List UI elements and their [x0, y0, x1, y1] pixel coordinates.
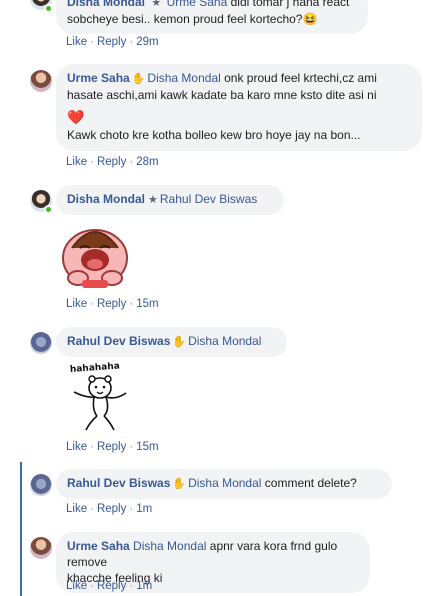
like-link[interactable]: Like — [66, 36, 87, 48]
like-link[interactable]: Like — [66, 156, 87, 168]
reply-link[interactable]: Reply — [97, 503, 126, 515]
like-link[interactable]: Like — [66, 503, 87, 515]
comment-timestamp[interactable]: 29m — [136, 36, 158, 48]
comment-mention[interactable]: Disha Mondal — [188, 334, 261, 348]
online-status-icon — [44, 205, 53, 214]
like-link[interactable]: Like — [66, 580, 87, 592]
comment-actions: Like · Reply · 28m — [66, 156, 159, 168]
laughing-emoji-icon: 😆 — [302, 12, 318, 26]
comment-text: sobcheye besi.. kemon proud feel kortech… — [67, 12, 303, 26]
comment-text: onk proud feel krtechi,cz ami — [224, 71, 377, 85]
comment-author[interactable]: Rahul Dev Biswas — [67, 334, 170, 348]
comment-timestamp[interactable]: 28m — [136, 156, 158, 168]
comment-mention[interactable]: Disha Mondal — [188, 476, 261, 490]
comment-timestamp[interactable]: 1m — [136, 580, 152, 592]
heart-emoji-icon: ❤️ — [67, 109, 85, 125]
comment-actions: Like · Reply · 29m — [66, 36, 159, 48]
comment-timestamp[interactable]: 1m — [136, 503, 152, 515]
reply-thread-line — [20, 462, 22, 596]
online-status-icon — [44, 4, 53, 13]
star-icon: ★ — [148, 194, 158, 206]
comment-text: Kawk choto kre kotha bolleo kew bro hoye… — [67, 128, 361, 142]
reply-link[interactable]: Reply — [97, 298, 126, 310]
avatar[interactable] — [30, 332, 52, 354]
comment-bubble: Rahul Dev Biswas ✋ Disha Mondal comment de… — [56, 469, 392, 499]
comment-text: hasate aschi,ami kawk kadate ba karo mne… — [67, 88, 377, 102]
comment-actions: Like · Reply · 15m — [66, 298, 159, 310]
comment-bubble: Disha Mondal ★ Rahul Dev Biswas — [56, 185, 284, 215]
comment-author[interactable]: Urme Saha — [67, 71, 130, 85]
comment-mention[interactable]: Disha Mondal — [147, 71, 220, 85]
comment-text: comment delete? — [264, 476, 357, 490]
avatar[interactable] — [30, 474, 52, 496]
comment-mention[interactable]: Disha Mondal — [133, 539, 206, 553]
like-link[interactable]: Like — [66, 441, 87, 453]
comment-actions: Like · Reply · 15m — [66, 441, 159, 453]
star-icon: ★ — [151, 0, 162, 9]
avatar[interactable] — [30, 70, 52, 92]
comment-bubble: Rahul Dev Biswas ✋ Disha Mondal — [56, 327, 287, 357]
comment-author[interactable]: Disha Mondal — [67, 0, 145, 9]
comment-mention[interactable]: Rahul Dev Biswas — [160, 192, 257, 206]
comment-mention[interactable]: Urme Saha — [167, 0, 228, 9]
wave-icon: ✋ — [172, 336, 187, 348]
wave-icon: ✋ — [172, 478, 187, 490]
reply-link[interactable]: Reply — [97, 36, 126, 48]
laughing-sticker[interactable] — [58, 218, 132, 292]
wave-icon: ✋ — [131, 73, 146, 85]
sticker-caption: hahahaha — [70, 362, 120, 375]
comment-actions: Like · Reply · 1m — [66, 503, 153, 515]
comment-author[interactable]: Urme Saha — [67, 539, 130, 553]
comment-timestamp[interactable]: 15m — [136, 441, 158, 453]
comment-author[interactable]: Rahul Dev Biswas — [67, 476, 170, 490]
comment-author[interactable]: Disha Mondal — [67, 192, 145, 206]
reply-link[interactable]: Reply — [97, 441, 126, 453]
comment-actions: Like · Reply · 1m — [66, 580, 153, 592]
reply-link[interactable]: Reply — [97, 580, 126, 592]
avatar[interactable] — [30, 537, 52, 559]
comment-bubble: Disha Mondal ★ Urme Saha didi tomar j ha… — [56, 0, 368, 34]
like-link[interactable]: Like — [66, 298, 87, 310]
comment-bubble: Urme Saha ✋ Disha Mondal onk proud feel kr… — [56, 64, 422, 151]
comment-timestamp[interactable]: 15m — [136, 298, 158, 310]
comment-text: didi tomar j hana react — [230, 0, 350, 9]
hahaha-bear-sticker[interactable]: hahahaha — [64, 360, 140, 432]
reply-link[interactable]: Reply — [97, 156, 126, 168]
